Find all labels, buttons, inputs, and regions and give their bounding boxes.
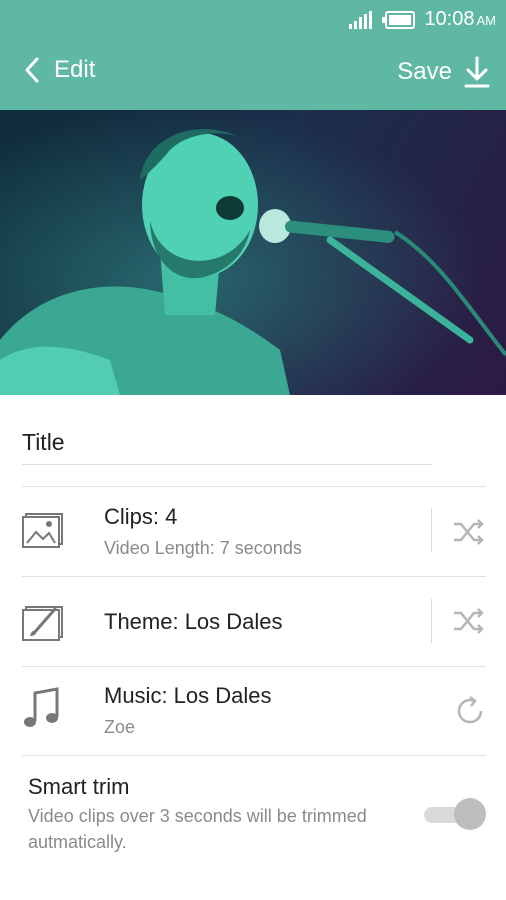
- music-row[interactable]: Music: Los Dales Zoe: [0, 667, 506, 755]
- music-artist: Zoe: [104, 717, 136, 737]
- smart-trim-description: Video clips over 3 seconds will be trimm…: [28, 806, 367, 852]
- clock-ampm: AM: [476, 13, 497, 28]
- refresh-icon[interactable]: [454, 695, 486, 727]
- clips-row[interactable]: Clips: 4 Video Length: 7 seconds: [0, 488, 506, 576]
- divider: [22, 486, 486, 487]
- save-button[interactable]: Save: [397, 56, 490, 88]
- clips-count: Clips: 4: [104, 504, 178, 529]
- chevron-left-icon: [25, 57, 39, 83]
- title-input[interactable]: Title: [22, 420, 432, 465]
- battery-icon: [382, 10, 416, 29]
- status-bar: 10:08 AM: [0, 0, 506, 38]
- back-button[interactable]: Edit: [24, 56, 95, 84]
- shuffle-icon[interactable]: [452, 607, 486, 635]
- theme-brush-icon: [22, 606, 63, 641]
- vertical-divider: [431, 599, 432, 643]
- save-label: Save: [397, 58, 452, 85]
- title-input-value: Title: [22, 429, 65, 455]
- music-name: Music: Los Dales: [104, 683, 272, 708]
- download-icon: [464, 56, 490, 88]
- image-icon: [22, 513, 63, 548]
- theme-name: Theme: Los Dales: [104, 609, 283, 634]
- status-indicators: 10:08 AM: [348, 8, 496, 31]
- theme-row[interactable]: Theme: Los Dales: [0, 577, 506, 665]
- back-label: Edit: [54, 56, 96, 83]
- clock: 10:08 AM: [424, 8, 496, 31]
- shuffle-icon[interactable]: [452, 518, 486, 546]
- divider: [22, 755, 486, 756]
- smart-trim-label: Smart trim: [28, 774, 130, 799]
- music-note-icon: [24, 687, 59, 727]
- video-length: Video Length: 7 seconds: [104, 538, 302, 558]
- singer-illustration: [0, 110, 506, 395]
- smart-trim-toggle[interactable]: [424, 798, 486, 830]
- toggle-knob: [454, 798, 486, 830]
- app-bar: Edit Save: [0, 38, 506, 110]
- vertical-divider: [431, 508, 432, 552]
- hero-image-singer[interactable]: [0, 110, 506, 395]
- clock-time: 10:08: [424, 8, 475, 30]
- signal-icon: [349, 10, 373, 29]
